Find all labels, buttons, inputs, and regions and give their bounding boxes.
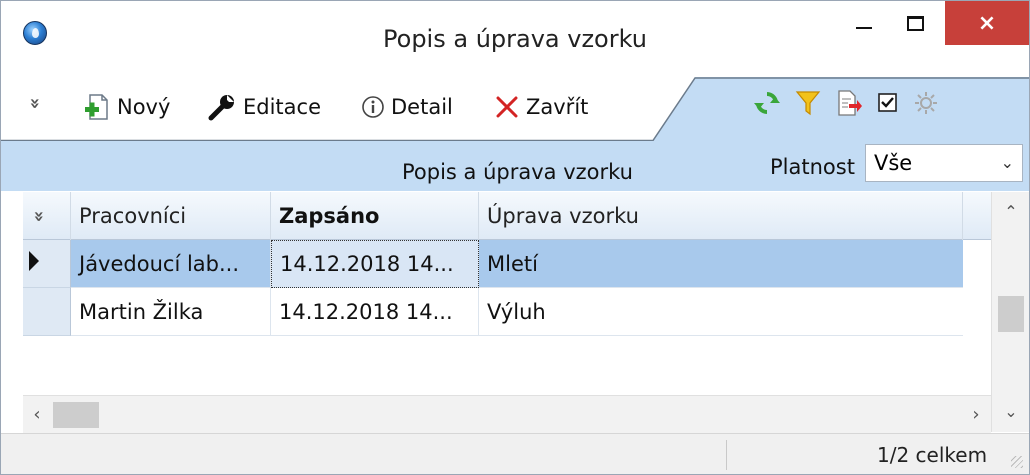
vertical-scroll-thumb[interactable]	[998, 296, 1024, 332]
platnost-label: Platnost	[770, 155, 855, 179]
settings-icon[interactable]	[913, 90, 939, 120]
toolbar-right-icons	[753, 87, 939, 123]
close-icon: ×	[977, 10, 997, 36]
new-button[interactable]: Nový	[83, 89, 170, 125]
detail-button[interactable]: Detail	[361, 89, 453, 125]
double-chevron-icon: »	[24, 97, 46, 110]
maximize-icon	[906, 15, 924, 31]
minimize-icon	[856, 27, 872, 29]
platnost-select-value: Vše	[874, 151, 913, 175]
toolbar-overflow-button[interactable]: »	[24, 89, 49, 125]
chevron-down-icon: ⌄	[1000, 153, 1014, 172]
dialog-window: Popis a úprava vzorku × » Nový Editace D…	[0, 0, 1030, 475]
status-divider	[726, 440, 727, 470]
section-title: Popis a úprava vzorku	[402, 160, 633, 184]
add-document-icon	[83, 92, 111, 122]
cell-pracovnici[interactable]: Martin Žilka	[71, 288, 271, 336]
platnost-select[interactable]: Vše ⌄	[865, 144, 1023, 182]
scroll-left-icon[interactable]: ‹	[23, 396, 51, 434]
edit-button[interactable]: Editace	[207, 89, 321, 125]
new-button-label: Nový	[117, 95, 171, 119]
cell-uprava-vzorku[interactable]: Výluh	[479, 288, 963, 336]
column-header-pracovnici[interactable]: Pracovníci	[71, 192, 271, 240]
grid-header: » Pracovníci Zapsáno Úprava vzorku	[23, 192, 1029, 240]
table-row[interactable]: Jávedoucí lab... 14.12.2018 14... Mletí	[71, 240, 963, 288]
close-button[interactable]: Zavřít	[494, 89, 588, 125]
record-count: 1/2 celkem	[877, 443, 988, 467]
toolbar: » Nový Editace Detail Zavřít	[1, 77, 1029, 141]
cell-pracovnici[interactable]: Jávedoucí lab...	[71, 240, 271, 288]
status-bar: 1/2 celkem	[1, 433, 1029, 474]
scroll-up-icon[interactable]: ⌃	[992, 192, 1030, 232]
horizontal-scroll-thumb[interactable]	[53, 402, 99, 428]
title-bar: Popis a úprava vzorku ×	[1, 1, 1029, 77]
refresh-icon[interactable]	[753, 89, 781, 121]
horizontal-scrollbar[interactable]: ‹ ›	[23, 395, 991, 433]
wrench-icon	[207, 92, 237, 122]
checkbox-icon[interactable]	[877, 92, 899, 118]
column-header-zapsano[interactable]: Zapsáno	[271, 192, 479, 240]
scroll-right-icon[interactable]: ›	[961, 396, 991, 434]
row-indicator[interactable]	[23, 288, 71, 336]
column-header-uprava-vzorku[interactable]: Úprava vzorku	[479, 192, 963, 240]
double-chevron-icon: »	[28, 210, 50, 222]
info-icon	[361, 95, 385, 119]
row-indicator-current[interactable]	[23, 240, 71, 288]
close-button-label: Zavřít	[526, 95, 589, 119]
scroll-down-icon[interactable]: ⌄	[992, 392, 1030, 432]
vertical-scrollbar[interactable]: ⌃ ⌄	[991, 192, 1029, 432]
export-icon[interactable]	[835, 89, 863, 121]
resize-grip-icon[interactable]	[1011, 456, 1023, 468]
edit-button-label: Editace	[243, 95, 322, 119]
maximize-button[interactable]	[891, 1, 939, 45]
cell-zapsano[interactable]: 14.12.2018 14...	[271, 288, 479, 336]
detail-button-label: Detail	[391, 95, 453, 119]
cell-zapsano[interactable]: 14.12.2018 14...	[271, 240, 479, 288]
close-window-button[interactable]: ×	[945, 1, 1029, 45]
table-row[interactable]: Martin Žilka 14.12.2018 14... Výluh	[71, 288, 963, 336]
minimize-button[interactable]	[837, 1, 891, 45]
close-x-icon	[494, 94, 520, 120]
grid-menu-button[interactable]: »	[23, 192, 71, 240]
filter-icon[interactable]	[795, 89, 821, 121]
cell-uprava-vzorku[interactable]: Mletí	[479, 240, 963, 288]
